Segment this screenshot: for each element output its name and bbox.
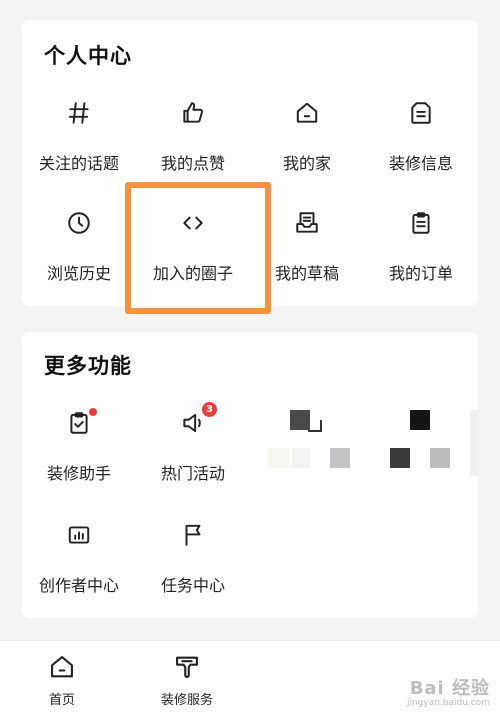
home-icon bbox=[51, 656, 73, 678]
watermark-sub: jingyan.baidu.com bbox=[406, 698, 490, 708]
hot-activities-item[interactable]: 3 热门活动 bbox=[136, 402, 250, 498]
personal-center-title: 个人中心 bbox=[44, 44, 132, 68]
personal-center-card: 个人中心 关注的话题 我的点赞 我的家 装修信息 浏览历史 加入的圈子 我的草稿… bbox=[22, 20, 478, 306]
code-brackets-icon bbox=[178, 208, 208, 238]
notification-dot bbox=[89, 408, 97, 416]
my-home-item[interactable]: 我的家 bbox=[250, 98, 364, 188]
my-orders-item[interactable]: 我的订单 bbox=[364, 208, 478, 298]
baidu-jingyan-watermark: Bai 经验 jingyan.baidu.com bbox=[407, 674, 490, 708]
info-file-icon bbox=[406, 98, 436, 128]
creator-center-label: 创作者中心 bbox=[38, 576, 119, 595]
task-center-item[interactable]: 任务中心 bbox=[136, 520, 250, 610]
watermark-main: Bai 经验 bbox=[409, 678, 490, 699]
followed-topics-item[interactable]: 关注的话题 bbox=[22, 98, 136, 188]
renovation-assistant-item[interactable]: 装修助手 bbox=[22, 408, 136, 498]
tab-renovation-service-label: 装修服务 bbox=[160, 693, 213, 708]
my-likes-item[interactable]: 我的点赞 bbox=[136, 98, 250, 188]
home-icon bbox=[292, 98, 322, 128]
flag-icon bbox=[178, 520, 208, 550]
creator-center-item[interactable]: 创作者中心 bbox=[22, 520, 136, 610]
browse-history-label: 浏览历史 bbox=[46, 264, 111, 283]
tab-home-label: 首页 bbox=[48, 693, 75, 708]
thumbs-up-icon bbox=[178, 98, 208, 128]
clock-icon bbox=[64, 208, 94, 238]
bar-chart-icon bbox=[64, 520, 94, 550]
joined-circles-item[interactable]: 加入的圈子 bbox=[136, 208, 250, 298]
joined-circles-label: 加入的圈子 bbox=[152, 264, 233, 283]
hashtag-icon bbox=[64, 98, 94, 128]
renovation-info-item[interactable]: 装修信息 bbox=[364, 98, 478, 188]
tab-home[interactable]: 首页 bbox=[7, 653, 117, 708]
more-features-title: 更多功能 bbox=[44, 354, 132, 378]
activity-badge: 3 bbox=[202, 402, 217, 417]
renovation-info-label: 装修信息 bbox=[388, 154, 453, 173]
my-home-label: 我的家 bbox=[282, 154, 331, 173]
clipboard-check-icon bbox=[64, 408, 97, 438]
my-drafts-item[interactable]: 我的草稿 bbox=[250, 208, 364, 298]
megaphone-icon: 3 bbox=[178, 402, 217, 438]
draft-box-icon bbox=[292, 208, 322, 238]
my-drafts-label: 我的草稿 bbox=[274, 264, 339, 283]
my-orders-label: 我的订单 bbox=[388, 264, 453, 283]
my-likes-label: 我的点赞 bbox=[160, 154, 225, 173]
hot-activities-label: 热门活动 bbox=[160, 464, 225, 483]
more-features-card: 更多功能 装修助手 3 热门活动 创作者中心 任务中心 bbox=[22, 332, 478, 618]
followed-topics-label: 关注的话题 bbox=[38, 154, 119, 173]
task-center-label: 任务中心 bbox=[160, 576, 225, 595]
browse-history-item[interactable]: 浏览历史 bbox=[22, 208, 136, 298]
clipboard-icon bbox=[406, 208, 436, 238]
service-icon bbox=[176, 656, 198, 678]
tab-renovation-service[interactable]: 装修服务 bbox=[132, 653, 242, 708]
pixelated-area bbox=[268, 410, 478, 476]
renovation-assistant-label: 装修助手 bbox=[46, 464, 111, 483]
bottom-tab-bar: 首页 装修服务 Bai 经验 jingyan.baidu.com bbox=[0, 640, 500, 714]
